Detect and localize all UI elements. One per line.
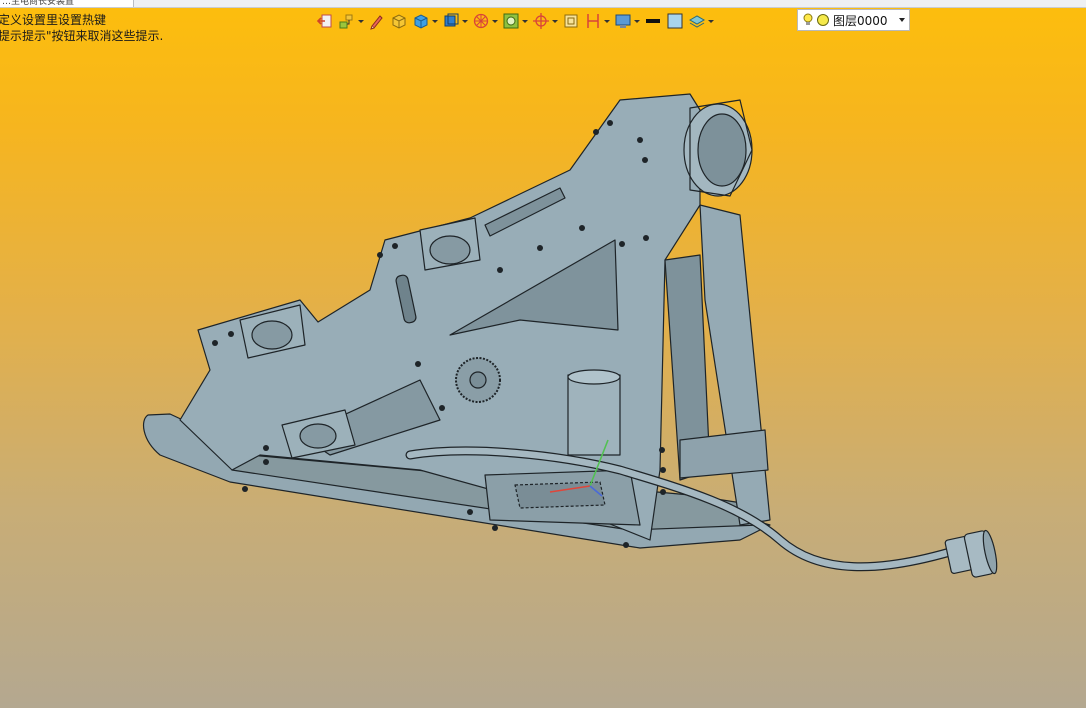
- layer-dropdown-arrow[interactable]: [899, 18, 905, 22]
- layers-icon: [688, 15, 706, 28]
- view-menu-caret[interactable]: [462, 19, 468, 23]
- snap-menu-caret[interactable]: [552, 19, 558, 23]
- part-button[interactable]: [412, 10, 438, 32]
- toolbar: [316, 9, 718, 33]
- frame-icon: [564, 14, 578, 28]
- dimension-icon: [587, 14, 599, 28]
- layers-menu-caret[interactable]: [708, 19, 714, 23]
- solid-button[interactable]: [390, 10, 408, 32]
- render-button[interactable]: [502, 10, 528, 32]
- crosshair-icon: [533, 13, 549, 29]
- dimension-button[interactable]: [584, 10, 610, 32]
- frame-button[interactable]: [562, 10, 580, 32]
- dimension-menu-caret[interactable]: [604, 19, 610, 23]
- display-button[interactable]: [614, 10, 640, 32]
- wheel-icon: [473, 13, 489, 29]
- snap-button[interactable]: [532, 10, 558, 32]
- display-icon: [615, 14, 631, 28]
- view-button[interactable]: [442, 10, 468, 32]
- color-swatch-icon: [667, 13, 683, 29]
- yellow-cube-icon: [392, 14, 406, 29]
- rotate-button[interactable]: [472, 10, 498, 32]
- exit-icon: [316, 14, 332, 28]
- motor-top: [567, 369, 621, 385]
- rotate-menu-caret[interactable]: [492, 19, 498, 23]
- color-button[interactable]: [666, 10, 684, 32]
- blue-cube-icon: [414, 14, 428, 29]
- layers-button[interactable]: [688, 10, 714, 32]
- tree-icon: [339, 14, 353, 29]
- 3d-viewport[interactable]: …主电商长安装置 定义设置里设置热键 提示提示"按钮来取消这些提示. 图层000…: [0, 0, 1086, 708]
- layer-status-dot[interactable]: [816, 13, 830, 27]
- right-leg-front: [699, 204, 771, 526]
- pulley-upper: [429, 235, 471, 265]
- render-icon: [503, 13, 519, 29]
- pulley-left: [251, 320, 293, 350]
- pen-icon: [370, 15, 383, 30]
- display-menu-caret[interactable]: [634, 19, 640, 23]
- line-style-icon: [646, 19, 660, 23]
- gear-hub: [469, 371, 487, 389]
- exit-button[interactable]: [316, 10, 334, 32]
- line-style-button[interactable]: [644, 10, 662, 32]
- tree-button[interactable]: [338, 10, 364, 32]
- layer-select[interactable]: 图层0000: [797, 9, 910, 31]
- tree-menu-caret[interactable]: [358, 19, 364, 23]
- fan-blades: [514, 481, 606, 509]
- layer-label: 图层0000: [833, 13, 888, 28]
- pipe-inner: [697, 113, 747, 187]
- sketch-button[interactable]: [368, 10, 386, 32]
- cad-model[interactable]: [0, 0, 1086, 708]
- hose-connector: [944, 529, 998, 578]
- pulley-lower: [299, 423, 337, 449]
- lightbulb-icon[interactable]: [802, 13, 814, 27]
- render-menu-caret[interactable]: [522, 19, 528, 23]
- part-menu-caret[interactable]: [432, 19, 438, 23]
- motor-body: [567, 374, 621, 456]
- view-cube-icon: [444, 13, 459, 27]
